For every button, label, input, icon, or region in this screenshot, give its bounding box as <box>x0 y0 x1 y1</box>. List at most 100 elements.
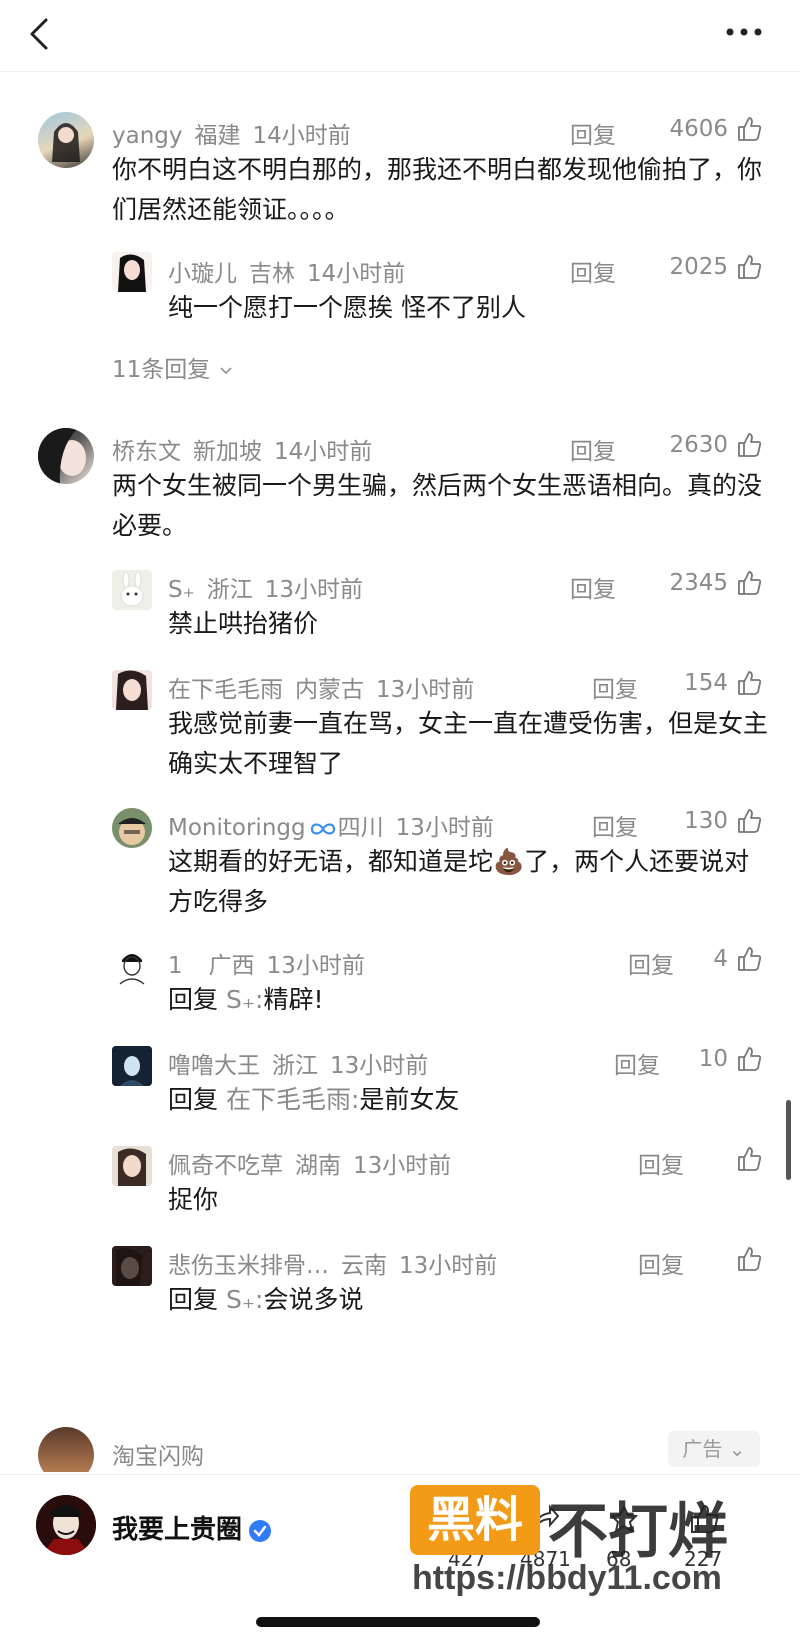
username[interactable]: 悲伤玉米排骨… <box>168 1253 329 1279</box>
reply-text: 捉你 <box>168 1185 219 1214</box>
bottom-bar: 我要上贵圈 427 4871 68 227 黑料 不打烊 https://bbd… <box>0 1474 800 1641</box>
timestamp: 13小时前 <box>264 577 364 603</box>
infinity-badge-icon <box>310 822 335 835</box>
avatar[interactable] <box>38 428 94 484</box>
comment-list[interactable]: yangy 福建 14小时前 回复 4606 你不明白这不明白那的，那我还不明白都发… <box>0 72 800 1472</box>
watermark-logo: 黑料 <box>410 1485 540 1555</box>
reply-prefix: 回复 <box>168 1085 219 1114</box>
avatar[interactable] <box>112 1246 152 1286</box>
reply-text: 禁止哄抬猪价 <box>168 609 319 638</box>
avatar[interactable] <box>112 670 152 710</box>
reply-button[interactable]: 回复 <box>570 570 616 604</box>
username[interactable]: 桥东文 <box>112 439 181 465</box>
timestamp: 14小时前 <box>252 123 351 149</box>
expand-replies-button[interactable]: 11条回复 <box>112 350 234 384</box>
like-count: 154 <box>684 670 728 696</box>
comment-text: 两个女生被同一个男生骗，然后两个女生恶语相向。真的没必要。 <box>112 471 763 540</box>
location: 湖南 <box>295 1153 341 1179</box>
reply-body: 精辟! <box>263 985 324 1014</box>
reply-prefix: 回复 <box>168 985 219 1014</box>
thumbs-up-icon[interactable] <box>736 946 762 972</box>
verified-badge-icon <box>249 1519 272 1542</box>
like-count: 2345 <box>669 570 728 596</box>
timestamp: 13小时前 <box>399 1253 498 1279</box>
avatar[interactable] <box>112 1046 152 1086</box>
location: 云南 <box>341 1253 387 1279</box>
like-count: 2630 <box>669 432 728 458</box>
author-name[interactable]: 我要上贵圈 <box>112 1509 272 1546</box>
reply-body: 是前女友 <box>359 1085 460 1114</box>
reply-text: 这期看的好无语，都知道是坨💩了，两个人还要说对方吃得多 <box>168 842 768 922</box>
username[interactable]: S₊ <box>168 577 195 603</box>
reply-text: 回复 S₊:会说多说 <box>168 1280 768 1320</box>
thumbs-up-icon[interactable] <box>736 670 762 696</box>
timestamp: 13小时前 <box>353 1153 452 1179</box>
timestamp: 13小时前 <box>330 1053 429 1079</box>
reply-text: 我感觉前妻一直在骂，女主一直在遭受伤害，但是女主确实太不理智了 <box>168 709 769 778</box>
ad-name[interactable]: 淘宝闪购 <box>112 1437 204 1471</box>
location: 四川 <box>337 815 384 841</box>
avatar[interactable] <box>112 946 152 986</box>
reply-button[interactable]: 回复 <box>614 1046 660 1080</box>
watermark-url: https://bbdy11.com <box>412 1559 722 1597</box>
reply-button[interactable]: 回复 <box>592 670 638 704</box>
scrollbar[interactable] <box>786 1100 791 1180</box>
reply-button[interactable]: 回复 <box>638 1246 684 1280</box>
thumbs-up-icon[interactable] <box>736 1046 762 1072</box>
ad-tag-label: 广告 <box>682 1437 723 1461</box>
thumbs-up-icon[interactable] <box>736 432 762 458</box>
thumbs-up-icon[interactable] <box>736 254 762 280</box>
thumbs-up-icon[interactable] <box>736 116 762 142</box>
like-count: 2025 <box>669 254 728 280</box>
reply-text: 回复 S₊:精辟! <box>168 980 768 1020</box>
author-avatar[interactable] <box>36 1495 96 1555</box>
reply-button[interactable]: 回复 <box>570 432 616 466</box>
username[interactable]: Monitoringg <box>168 815 306 841</box>
location: 吉林 <box>249 261 295 287</box>
timestamp: 13小时前 <box>266 953 365 979</box>
username[interactable]: 在下毛毛雨 <box>168 677 283 703</box>
comment-text: 你不明白这不明白那的，那我还不明白都发现他偷拍了，你们居然还能领证。。。。 <box>112 155 763 224</box>
avatar[interactable] <box>38 112 94 168</box>
thumbs-up-icon[interactable] <box>736 1146 762 1172</box>
reply-button[interactable]: 回复 <box>570 116 616 150</box>
username[interactable]: 小璇儿 <box>168 261 237 287</box>
thumbs-up-icon[interactable] <box>736 570 762 596</box>
timestamp: 13小时前 <box>376 677 475 703</box>
like-count: 4 <box>713 946 728 972</box>
like-count: 130 <box>684 808 728 834</box>
avatar[interactable] <box>112 252 152 292</box>
timestamp: 14小时前 <box>274 439 373 465</box>
chevron-left-icon[interactable] <box>24 16 56 52</box>
thumbs-up-icon[interactable] <box>736 1246 762 1272</box>
mention-link[interactable]: S₊: <box>226 985 264 1014</box>
mention-link[interactable]: S₊: <box>226 1285 264 1314</box>
reply-button[interactable]: 回复 <box>628 946 674 980</box>
avatar[interactable] <box>112 1146 152 1186</box>
username[interactable]: 噜噜大王 <box>168 1053 260 1079</box>
author-name-label: 我要上贵圈 <box>112 1515 243 1545</box>
watermark-text: 不打烊 <box>548 1497 728 1567</box>
avatar <box>38 1427 94 1472</box>
thumbs-up-icon[interactable] <box>736 808 762 834</box>
username[interactable]: yangy <box>112 123 183 149</box>
reply-button[interactable]: 回复 <box>570 254 616 288</box>
ad-tag[interactable]: 广告 ⌄ <box>668 1431 760 1467</box>
more-replies-label: 11条回复 <box>112 357 211 383</box>
ellipsis-icon[interactable] <box>724 24 764 40</box>
like-count: 10 <box>698 1046 728 1072</box>
username[interactable]: 1 <box>168 953 183 979</box>
like-count: 4606 <box>669 116 728 142</box>
location: 福建 <box>194 123 241 149</box>
home-indicator[interactable] <box>256 1617 540 1627</box>
username[interactable]: 佩奇不吃草 <box>168 1153 283 1179</box>
reply-button[interactable]: 回复 <box>592 808 638 842</box>
reply-text-part: 这期看的好无语，都知道是坨 <box>168 847 494 876</box>
chevron-down-icon <box>219 366 232 374</box>
avatar[interactable] <box>112 808 152 848</box>
mention-link[interactable]: 在下毛毛雨: <box>226 1085 359 1114</box>
avatar[interactable] <box>112 570 152 610</box>
timestamp: 14小时前 <box>307 261 406 287</box>
reply-button[interactable]: 回复 <box>638 1146 684 1180</box>
reply-text: 回复 在下毛毛雨:是前女友 <box>168 1080 768 1120</box>
